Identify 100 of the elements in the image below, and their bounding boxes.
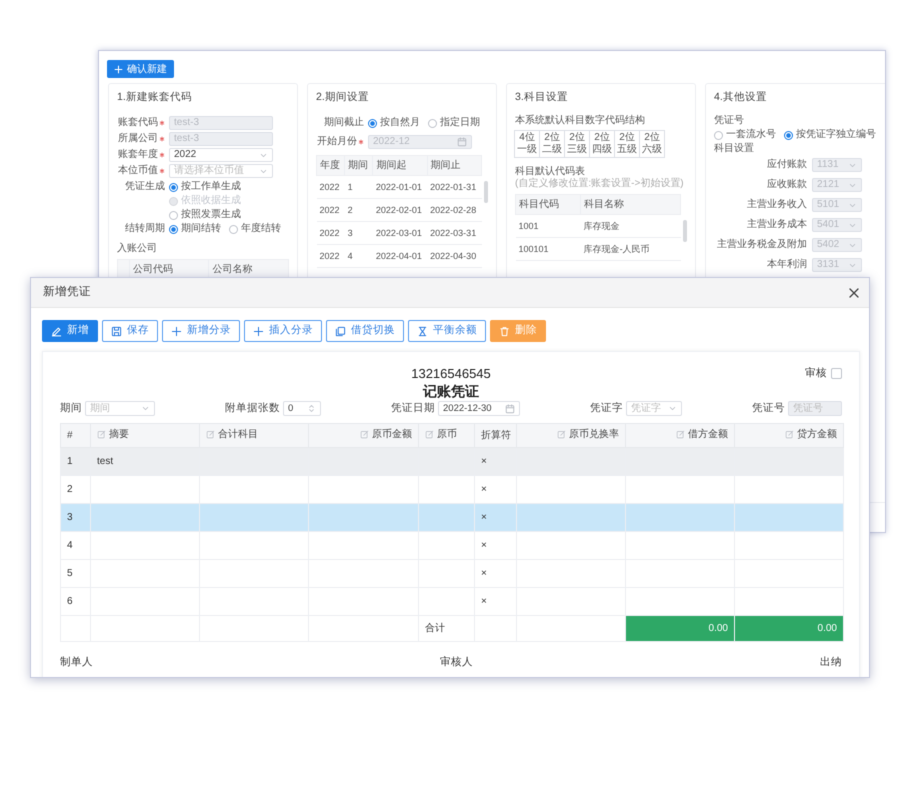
digit-count: 2位 bbox=[543, 132, 561, 144]
toolbar-button[interactable]: 保存 bbox=[102, 320, 158, 342]
radio-label: 按凭证字独立编号 bbox=[796, 129, 876, 141]
radio-button[interactable] bbox=[169, 224, 178, 234]
radio-button[interactable] bbox=[229, 224, 238, 234]
plus-icon bbox=[171, 326, 182, 336]
column-header: 期间起 bbox=[372, 156, 428, 176]
column-header: 年度 bbox=[316, 156, 345, 176]
toolbar-button[interactable]: 平衡余额 bbox=[408, 320, 486, 342]
plus-icon bbox=[253, 326, 264, 336]
table-cell: × bbox=[474, 503, 516, 532]
radio-label: 一套流水号 bbox=[726, 129, 776, 141]
section-label: 凭证号 bbox=[714, 115, 745, 127]
copy-icon bbox=[335, 326, 346, 336]
table-row[interactable]: 1 test × bbox=[60, 447, 844, 476]
table-row[interactable]: 5 × bbox=[60, 559, 844, 588]
table-cell: × bbox=[474, 559, 516, 588]
total-cell: 0.00 bbox=[734, 615, 844, 642]
column-header: 原币兑换率 bbox=[569, 428, 619, 442]
radio-button[interactable] bbox=[428, 118, 437, 128]
field-label: 本位币值 bbox=[118, 165, 158, 177]
number-field[interactable]: 0 bbox=[283, 401, 321, 416]
column-header: 原币 bbox=[437, 428, 457, 442]
level-label: 三级 bbox=[566, 144, 588, 156]
calendar-icon bbox=[457, 137, 467, 147]
radio-button[interactable] bbox=[784, 130, 793, 140]
digit-count: 2位 bbox=[643, 132, 661, 144]
table-cell: 3 bbox=[344, 222, 373, 244]
section-label: 入账公司 bbox=[117, 243, 157, 255]
table-cell: × bbox=[474, 447, 516, 476]
hint-text: (自定义修改位置:账套设置->初始设置) bbox=[515, 178, 685, 190]
column-header: 期间止 bbox=[427, 156, 482, 176]
pencil-icon bbox=[51, 326, 62, 336]
column-header: # bbox=[67, 428, 73, 443]
dialog-title: 新增凭证 bbox=[43, 284, 91, 300]
radio-label: 期间结转 bbox=[181, 223, 221, 235]
level-label: 五级 bbox=[616, 144, 638, 156]
field-label: 主营业务成本 bbox=[747, 219, 807, 231]
signature-label: 制单人 bbox=[60, 654, 93, 670]
radio-label: 指定日期 bbox=[440, 117, 480, 129]
radio-button[interactable] bbox=[368, 118, 377, 128]
field-label: 应收账款 bbox=[767, 179, 807, 191]
total-cell: 0.00 bbox=[626, 615, 734, 642]
table-cell: × bbox=[474, 531, 516, 560]
table-row[interactable]: 3 × bbox=[60, 503, 844, 532]
radio-button[interactable] bbox=[169, 210, 178, 220]
digit-count: 2位 bbox=[618, 132, 636, 144]
column-header: 摘要 bbox=[109, 428, 129, 442]
level-label: 四级 bbox=[591, 144, 613, 156]
toolbar-button[interactable]: 删除 bbox=[490, 320, 546, 342]
table-cell: 4 bbox=[344, 244, 373, 268]
column-header: 贷方金额 bbox=[797, 428, 837, 442]
table-cell: 4 bbox=[60, 531, 90, 560]
scrollbar[interactable] bbox=[484, 181, 488, 203]
toolbar-button[interactable]: 新增分录 bbox=[162, 320, 240, 342]
table-row[interactable]: 6 × bbox=[60, 587, 844, 616]
field-label: 凭证日期 bbox=[391, 401, 435, 416]
section-label: 科目设置 bbox=[714, 143, 755, 155]
close-icon[interactable] bbox=[848, 286, 860, 298]
field-label: 开始月份 bbox=[317, 136, 357, 148]
table-cell: 2022 bbox=[316, 244, 345, 268]
select-dropdown[interactable]: 2022 bbox=[169, 148, 273, 162]
table-cell: 2 bbox=[344, 198, 373, 222]
checkbox[interactable] bbox=[831, 368, 842, 380]
radio-label: 依照收据生成 bbox=[181, 195, 241, 207]
table-cell: 3 bbox=[60, 503, 90, 532]
table-row[interactable]: 4 × bbox=[60, 531, 844, 560]
level-label: 二级 bbox=[541, 144, 563, 156]
table-cell: 2022-04-30 bbox=[427, 244, 482, 268]
table-cell: test bbox=[90, 447, 200, 476]
column-header: 期间 bbox=[344, 156, 373, 176]
confirm-button[interactable]: 确认新建 bbox=[107, 60, 174, 78]
radio-button[interactable] bbox=[169, 182, 178, 192]
radio-label: 年度结转 bbox=[241, 223, 281, 235]
column-header: 合计科目 bbox=[218, 428, 258, 442]
table-cell: 库存现金-人民币 bbox=[580, 238, 680, 260]
plus-icon bbox=[114, 64, 123, 74]
column-header: 折算符 bbox=[481, 428, 511, 443]
signature-label: 出纳 bbox=[820, 654, 842, 670]
scrollbar[interactable] bbox=[683, 220, 687, 242]
table-cell: 2022-03-01 bbox=[372, 222, 428, 244]
table-row[interactable]: 2 × bbox=[60, 475, 844, 504]
field-label: 所属公司 bbox=[118, 133, 158, 145]
field-label: 附单据张数 bbox=[225, 401, 280, 416]
table-cell: 1 bbox=[60, 447, 90, 476]
toolbar-button[interactable]: 插入分录 bbox=[244, 320, 322, 342]
calendar-icon bbox=[505, 404, 515, 414]
spinner-icon bbox=[307, 404, 316, 414]
section-label: 科目默认代码表 bbox=[515, 166, 586, 178]
toolbar-button[interactable]: 新增 bbox=[42, 320, 98, 342]
toolbar-button[interactable]: 借贷切换 bbox=[326, 320, 404, 342]
table-cell: 2022-02-01 bbox=[372, 198, 428, 222]
radio-label: 按自然月 bbox=[380, 117, 420, 129]
field-label: 账套代码 bbox=[118, 117, 158, 129]
table-cell: 6 bbox=[60, 587, 90, 616]
radio-button[interactable] bbox=[714, 130, 723, 140]
date-field[interactable]: 2022-12-30 bbox=[438, 401, 520, 416]
column-header: 科目名称 bbox=[580, 194, 680, 214]
field-label: 凭证号 bbox=[752, 401, 785, 416]
field-label: 主营业务收入 bbox=[747, 199, 807, 211]
